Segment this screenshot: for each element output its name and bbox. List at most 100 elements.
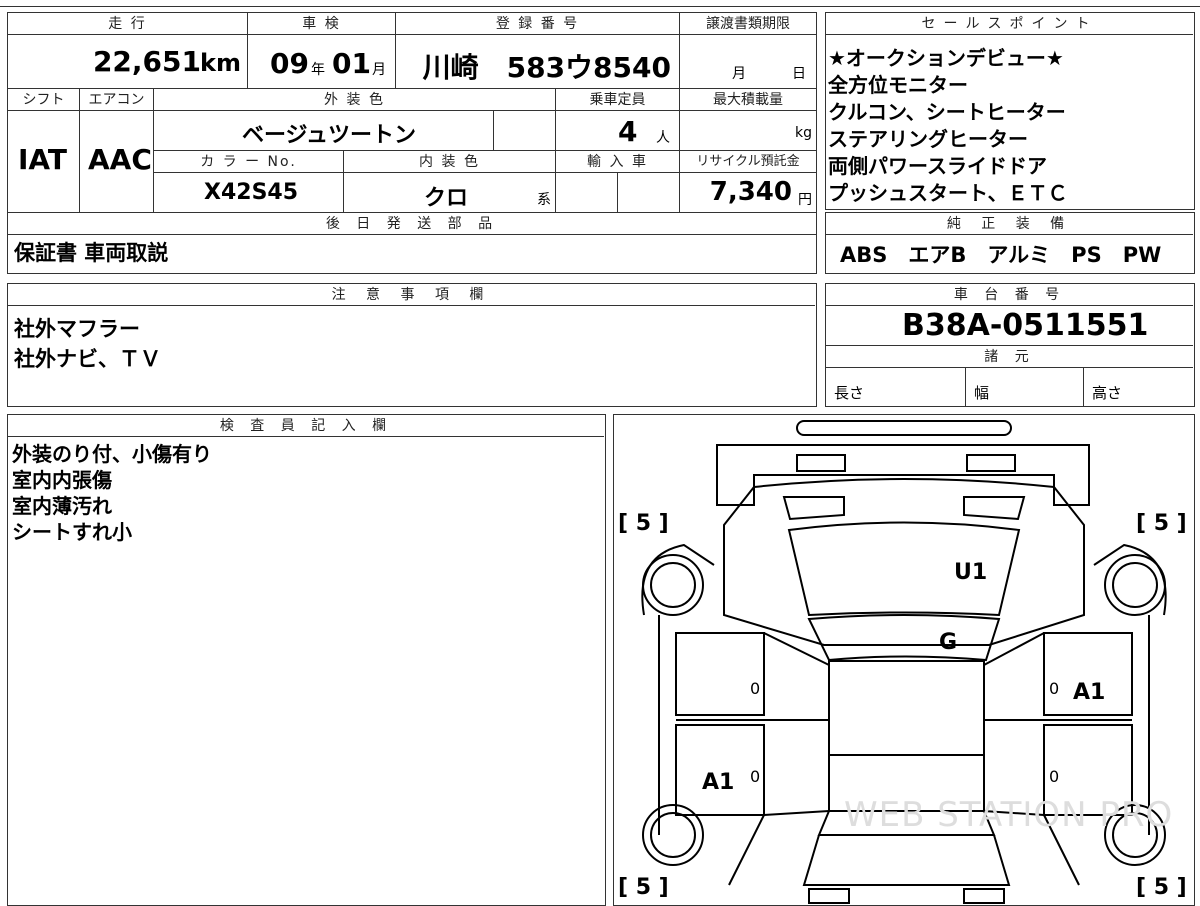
exterior-color-value: ベージュツートン	[242, 123, 417, 148]
inspection-header: 車 検	[248, 13, 396, 35]
door-marker: 0	[1049, 679, 1060, 698]
spec-height-label: 高さ	[1092, 384, 1123, 402]
mileage-unit: km	[200, 49, 241, 77]
recycle-header: リサイクル預託金	[680, 151, 816, 173]
inspector-item: 室内薄汚れ	[12, 494, 112, 518]
spec-header: 諸 元	[826, 346, 1193, 368]
headlight-right	[963, 496, 1026, 521]
top-strip	[0, 0, 1200, 7]
sales-points-list: ★オークションデビュー★ 全方位モニター クルコン、シートヒーター ステアリング…	[828, 45, 1188, 207]
recycle-cell: 7,340 円	[680, 173, 816, 213]
car-diagram-block: [ 5 ] [ 5 ] [ 5 ] [ 5 ] U1 G A1 A1 0 0 0…	[613, 414, 1195, 906]
ac-cell: AAC	[80, 111, 154, 213]
spec-length-cell: 長さ	[826, 368, 966, 406]
inspector-item: 室内内張傷	[12, 468, 112, 492]
damage-mark-right-door: A1	[1073, 680, 1106, 705]
sales-points-block: セールスポイント ★オークションデビュー★ 全方位モニター クルコン、シートヒー…	[825, 12, 1195, 210]
sales-point-item: プッシュスタート、ＥＴＣ	[828, 181, 1068, 205]
chassis-number: B38A-0511551	[902, 308, 1149, 343]
spec-length-label: 長さ	[834, 384, 865, 402]
notes-block: 注 意 事 項 欄 社外マフラー 社外ナビ、ＴＶ	[7, 283, 817, 407]
ac-value: AAC	[88, 143, 152, 176]
import-cell-a	[556, 173, 618, 213]
sales-point-item: ステアリングヒーター	[828, 127, 1028, 151]
front-grille-left	[796, 454, 846, 472]
tire-grade-rear-left: [ 5 ]	[618, 875, 669, 900]
damage-mark-hood: U1	[954, 560, 988, 585]
interior-color-header: 内 装 色	[344, 151, 556, 173]
inspector-item: 外装のり付、小傷有り	[12, 442, 212, 466]
transfer-deadline-header: 譲渡書類期限	[680, 13, 816, 35]
front-bumper	[716, 444, 1090, 506]
front-grille-right	[966, 454, 1016, 472]
inspector-header: 検 査 員 記 入 欄	[8, 415, 604, 437]
note-item: 社外ナビ、ＴＶ	[14, 347, 161, 371]
interior-color-value: クロ	[424, 186, 469, 211]
sales-points-header: セールスポイント	[826, 13, 1193, 35]
color-no-header: カ ラ ー No.	[154, 151, 344, 173]
shift-cell: IAT	[8, 111, 80, 213]
equipment-value: ABS エアB アルミ PS PW	[840, 243, 1162, 267]
wheel-front-right-inner	[1112, 562, 1158, 608]
registration-cell: 川崎 583ウ8540	[396, 35, 680, 89]
rear-quarter-left	[728, 814, 765, 886]
spec-height-cell: 高さ	[1084, 368, 1193, 406]
interior-color-unit: 系	[537, 192, 551, 208]
inspection-month: 01	[332, 47, 371, 80]
mileage-value: 22,651	[92, 45, 201, 78]
shift-value: IAT	[18, 143, 68, 176]
spec-width-cell: 幅	[966, 368, 1084, 406]
sales-point-item: 両側パワースライドドア	[828, 154, 1047, 178]
sales-point-item: ★オークションデビュー★	[828, 46, 1064, 70]
notes-header: 注 意 事 項 欄	[8, 284, 815, 306]
sales-point-item: クルコン、シートヒーター	[828, 100, 1066, 124]
inspector-item: シートすれ小	[12, 520, 132, 544]
mileage-cell: 22,651 km	[8, 35, 248, 89]
inspector-list: 外装のり付、小傷有り 室内内張傷 室内薄汚れ シートすれ小	[12, 441, 212, 545]
capacity-cell: 4 人	[556, 111, 680, 151]
headlight-left	[782, 496, 845, 521]
chassis-block: 車 台 番 号 B38A-0511551 諸 元 長さ 幅 高さ	[825, 283, 1195, 407]
mileage-header: 走 行	[8, 13, 248, 35]
tire-grade-front-right: [ 5 ]	[1136, 511, 1187, 536]
inspector-block: 検 査 員 記 入 欄 外装のり付、小傷有り 室内内張傷 室内薄汚れ シートすれ…	[7, 414, 606, 906]
exterior-extra-cell	[494, 111, 556, 151]
shift-header: シフト	[8, 89, 80, 111]
inspection-cell: 09 年 01 月	[248, 35, 396, 89]
recycle-unit: 円	[798, 192, 812, 208]
exterior-color-cell: ベージュツートン	[154, 111, 494, 151]
max-load-header: 最大積載量	[680, 89, 816, 111]
door-marker: 0	[1049, 767, 1060, 786]
max-load-unit: kg	[795, 125, 812, 141]
watermark: WEB STATION PRO	[844, 795, 1174, 835]
exterior-color-header: 外 装 色	[154, 89, 556, 111]
equipment-header: 純 正 装 備	[826, 213, 1193, 235]
tire-grade-rear-right: [ 5 ]	[1136, 875, 1187, 900]
color-no-cell: X42S45	[154, 173, 344, 213]
later-parts-value: 保証書 車両取説	[14, 241, 169, 265]
capacity-header: 乗車定員	[556, 89, 680, 111]
damage-mark-windshield: G	[939, 630, 958, 655]
month-unit: 月	[372, 62, 386, 78]
note-item: 社外マフラー	[14, 317, 140, 341]
import-header: 輸 入 車	[556, 151, 680, 173]
chassis-number-cell: B38A-0511551	[826, 306, 1193, 346]
color-no-value: X42S45	[204, 180, 299, 205]
transfer-day: 日	[792, 66, 806, 82]
equipment-block: 純 正 装 備 ABS エアB アルミ PS PW	[825, 212, 1195, 274]
capacity-unit: 人	[656, 130, 670, 146]
sales-point-item: 全方位モニター	[828, 73, 968, 97]
vehicle-info-block: 走 行 車 検 登 録 番 号 譲渡書類期限 22,651 km 09 年 01…	[7, 12, 817, 274]
notes-list: 社外マフラー 社外ナビ、ＴＶ	[14, 314, 161, 374]
interior-color-cell: クロ 系	[344, 173, 556, 213]
spec-width-label: 幅	[974, 384, 990, 402]
ac-header: エアコン	[80, 89, 154, 111]
rear-bumper-plate-right	[963, 888, 1005, 904]
hood-outline	[723, 478, 1085, 646]
registration-value: 川崎 583ウ8540	[422, 51, 671, 84]
rear-bumper-plate	[808, 888, 850, 904]
front-plate	[796, 420, 1012, 436]
transfer-month: 月	[732, 66, 746, 82]
tire-grade-front-left: [ 5 ]	[618, 511, 669, 536]
inspection-year: 09	[270, 47, 309, 80]
